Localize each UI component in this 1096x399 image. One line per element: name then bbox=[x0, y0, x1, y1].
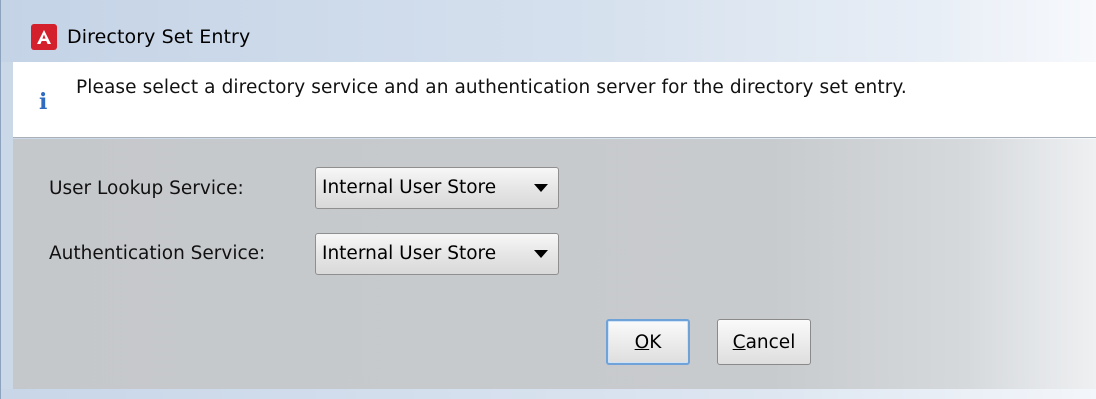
authentication-label: Authentication Service: bbox=[49, 243, 266, 264]
authentication-value: Internal User Store bbox=[322, 243, 497, 264]
dialog-window: Directory Set Entry i Please select a di… bbox=[0, 0, 1096, 399]
app-logo-a-icon bbox=[31, 24, 57, 50]
info-message: Please select a directory service and an… bbox=[76, 77, 907, 98]
form-panel: User Lookup Service: Internal User Store… bbox=[13, 139, 1096, 389]
title-bar[interactable]: Directory Set Entry bbox=[1, 0, 1096, 62]
ok-label-rest: K bbox=[649, 331, 662, 353]
user-lookup-label: User Lookup Service: bbox=[49, 178, 244, 199]
chevron-down-icon bbox=[534, 250, 548, 258]
window-bottom-border bbox=[1, 389, 1096, 399]
cancel-button[interactable]: Cancel bbox=[717, 319, 811, 365]
user-lookup-value: Internal User Store bbox=[322, 177, 497, 198]
user-lookup-select[interactable]: Internal User Store bbox=[315, 167, 559, 209]
ok-mnemonic: O bbox=[634, 331, 650, 353]
window-title: Directory Set Entry bbox=[67, 26, 251, 48]
info-banner: i Please select a directory service and … bbox=[13, 62, 1096, 138]
authentication-select[interactable]: Internal User Store bbox=[315, 233, 559, 275]
info-icon: i bbox=[39, 89, 48, 115]
cancel-label-rest: ancel bbox=[745, 331, 796, 353]
cancel-mnemonic: C bbox=[732, 331, 746, 353]
chevron-down-icon bbox=[534, 184, 548, 192]
ok-button[interactable]: OK bbox=[606, 319, 690, 365]
